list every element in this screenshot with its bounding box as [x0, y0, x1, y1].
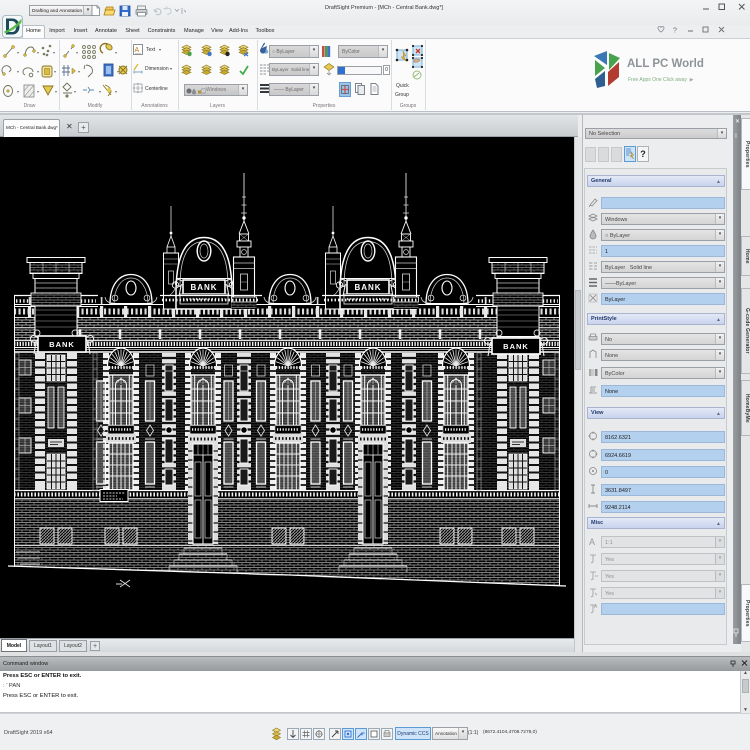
svg-text:▾: ▾ [76, 50, 78, 55]
svg-text:BANK: BANK [503, 342, 529, 351]
svg-text:BANK: BANK [190, 283, 217, 292]
svg-text:▾: ▾ [53, 50, 55, 55]
svg-text:A: A [589, 537, 595, 547]
svg-text:Group: Group [395, 92, 409, 98]
svg-text:▾: ▾ [78, 69, 80, 74]
svg-text:▾: ▾ [37, 69, 39, 74]
svg-text:▾: ▾ [17, 50, 19, 55]
svg-text:▾: ▾ [37, 50, 39, 55]
svg-text:▾: ▾ [17, 69, 19, 74]
svg-text:▾: ▾ [115, 89, 117, 94]
svg-text:Quick: Quick [396, 83, 409, 89]
svg-text:▾: ▾ [117, 69, 119, 74]
svg-text:A: A [135, 47, 140, 54]
svg-text:▾: ▾ [54, 69, 56, 74]
svg-text:BANK: BANK [49, 340, 75, 349]
svg-text:▾: ▾ [55, 89, 57, 94]
svg-text:▾: ▾ [115, 50, 117, 55]
svg-text:?: ? [673, 28, 677, 35]
svg-text:A: A [594, 604, 598, 610]
svg-text:▾: ▾ [99, 89, 101, 94]
svg-text:BANK: BANK [354, 283, 381, 292]
svg-text:▾: ▾ [17, 89, 19, 94]
svg-text:▾: ▾ [74, 89, 76, 94]
svg-text:▾: ▾ [37, 89, 39, 94]
